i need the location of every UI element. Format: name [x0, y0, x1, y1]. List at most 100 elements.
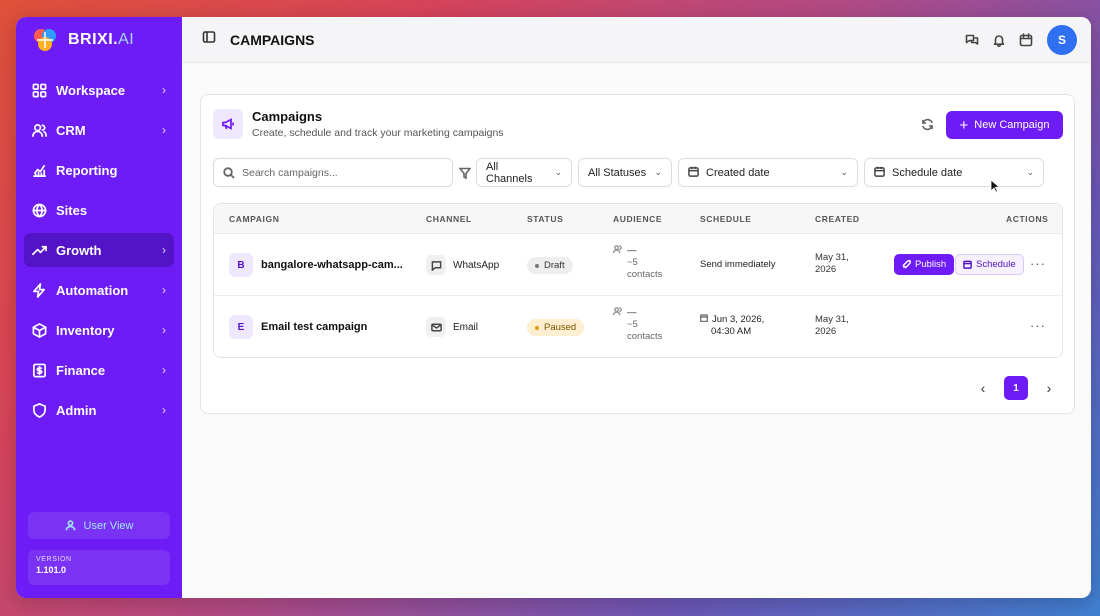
sidebar-item-reporting[interactable]: Reporting	[24, 153, 174, 187]
channel-filter-value: All Channels	[486, 160, 533, 185]
version-label: VERSION	[36, 556, 72, 563]
dollar-icon	[32, 363, 47, 378]
sidebar-item-inventory[interactable]: Inventory ›	[24, 313, 174, 347]
sidebar-item-admin[interactable]: Admin ›	[24, 393, 174, 427]
message-icon	[426, 255, 446, 275]
chevron-right-icon: ›	[162, 123, 166, 137]
campaigns-card: Campaigns Create, schedule and track you…	[200, 94, 1075, 414]
chevron-right-icon: ›	[162, 323, 166, 337]
column-header-actions: ACTIONS	[1006, 214, 1049, 224]
search-input[interactable]	[242, 166, 442, 179]
brand-logo-icon	[34, 29, 56, 51]
calendar-icon	[699, 314, 709, 323]
sidebar-toggle-icon[interactable]	[202, 30, 216, 49]
sidebar-item-workspace[interactable]: Workspace ›	[24, 73, 174, 107]
brand[interactable]: BRIXI.AI	[16, 17, 182, 63]
chevron-right-icon: ›	[162, 403, 166, 417]
sidebar-item-growth[interactable]: Growth ›	[24, 233, 174, 267]
plus-icon: +	[959, 116, 969, 134]
status-dot	[535, 263, 539, 268]
schedule-cell: Send immediately	[700, 259, 776, 270]
campaigns-table: CAMPAIGN CHANNEL STATUS AUDIENCE SCHEDUL…	[213, 203, 1063, 358]
bell-icon[interactable]	[992, 33, 1006, 47]
rocket-icon	[902, 260, 911, 269]
audience-count: ~5	[627, 257, 638, 268]
users-icon	[612, 245, 622, 254]
table-header: CAMPAIGN CHANNEL STATUS AUDIENCE SCHEDUL…	[214, 204, 1062, 234]
sidebar-item-automation[interactable]: Automation ›	[24, 273, 174, 307]
more-actions-icon[interactable]: ···	[1030, 318, 1046, 333]
schedule-cell: Jun 3, 2026, 04:30 AM	[699, 314, 765, 338]
sidebar-item-crm[interactable]: CRM ›	[24, 113, 174, 147]
channel-label: Email	[453, 321, 479, 333]
card-subtitle: Create, schedule and track your marketin…	[252, 127, 504, 139]
sidebar-item-label: CRM	[56, 122, 86, 138]
sidebar-item-label: Growth	[56, 242, 102, 258]
user-icon	[65, 520, 75, 531]
chevron-down-icon: ⌄	[840, 167, 848, 177]
sidebar-item-finance[interactable]: Finance ›	[24, 353, 174, 387]
status-label: Paused	[544, 322, 577, 333]
created-year: 2026	[815, 326, 837, 337]
page-number[interactable]: 1	[1004, 376, 1028, 400]
chevron-right-icon[interactable]: ›	[1039, 380, 1059, 396]
chevron-right-icon: ›	[162, 83, 166, 97]
version-number: 1.101.0	[36, 565, 67, 575]
schedule-button[interactable]: Schedule	[955, 254, 1024, 275]
column-header-channel: CHANNEL	[426, 214, 472, 224]
brand-name: BRIXI.AI	[68, 31, 135, 48]
filter-bar: All Channels ⌄ All Statuses ⌄ Created date…	[213, 158, 1050, 187]
table-row[interactable]: E Email test campaign Email Paused — ~5 …	[214, 296, 1062, 357]
page-title: CAMPAIGNS	[230, 31, 315, 48]
publish-button[interactable]: Publish	[894, 254, 955, 275]
mouse-cursor-icon	[990, 179, 1000, 193]
new-campaign-button[interactable]: + New Campaign	[946, 111, 1063, 139]
card-header: Campaigns Create, schedule and track you…	[213, 109, 504, 139]
created-cell: May 31, 2026	[815, 314, 849, 338]
column-header-created: CREATED	[815, 214, 860, 224]
sidebar-item-sites[interactable]: Sites	[24, 193, 174, 227]
channel-cell: WhatsApp	[426, 255, 499, 275]
topbar-actions: S	[952, 24, 1077, 55]
user-view-button[interactable]: User View	[28, 512, 170, 539]
new-campaign-label: New Campaign	[974, 119, 1050, 131]
campaign-name[interactable]: bangalore-whatsapp-cam...	[261, 259, 403, 271]
column-header-audience: AUDIENCE	[613, 214, 663, 224]
channel-label: WhatsApp	[453, 259, 500, 271]
status-filter-dropdown[interactable]: All Statuses ⌄	[578, 158, 672, 187]
schedule-date-filter[interactable]: Schedule date ⌄	[864, 158, 1044, 187]
schedule-date: Jun 3, 2026,	[712, 314, 765, 325]
app-window: BRIXI.AI Workspace › CRM › Reporting Sit…	[16, 17, 1091, 598]
table-row[interactable]: B bangalore-whatsapp-cam... WhatsApp Dra…	[214, 234, 1062, 296]
publish-label: Publish	[915, 259, 947, 270]
calendar-icon	[688, 166, 706, 180]
chevron-down-icon: ⌄	[554, 167, 562, 177]
main-content: CAMPAIGNS S Campaigns Create, schedule a…	[182, 17, 1091, 598]
megaphone-icon	[213, 109, 243, 139]
card-title: Campaigns	[252, 109, 323, 124]
pagination: ‹ 1 ›	[973, 376, 1059, 400]
filter-icon[interactable]	[459, 167, 471, 179]
grid-icon	[32, 83, 47, 98]
more-actions-icon[interactable]: ···	[1030, 256, 1046, 271]
sidebar-item-label: Inventory	[56, 322, 115, 338]
column-header-status: STATUS	[527, 214, 564, 224]
version-box: VERSION 1.101.0	[28, 550, 170, 585]
chat-icon[interactable]	[965, 33, 979, 47]
sidebar-item-label: Workspace	[56, 82, 126, 98]
search-box	[213, 158, 453, 187]
refresh-icon[interactable]	[921, 118, 934, 136]
campaign-name[interactable]: Email test campaign	[261, 321, 367, 333]
channel-filter-dropdown[interactable]: All Channels ⌄	[476, 158, 572, 187]
trending-icon	[32, 243, 47, 258]
schedule-date-label: Schedule date	[892, 166, 963, 179]
chart-icon	[32, 163, 47, 178]
avatar[interactable]: S	[1047, 24, 1077, 55]
created-date-filter[interactable]: Created date ⌄	[678, 158, 858, 187]
calendar-icon[interactable]	[1019, 32, 1033, 47]
chevron-left-icon[interactable]: ‹	[973, 380, 993, 396]
search-icon	[223, 166, 235, 179]
sidebar-item-label: Automation	[56, 282, 129, 298]
status-badge: Paused	[527, 319, 585, 336]
bolt-icon	[32, 282, 47, 298]
